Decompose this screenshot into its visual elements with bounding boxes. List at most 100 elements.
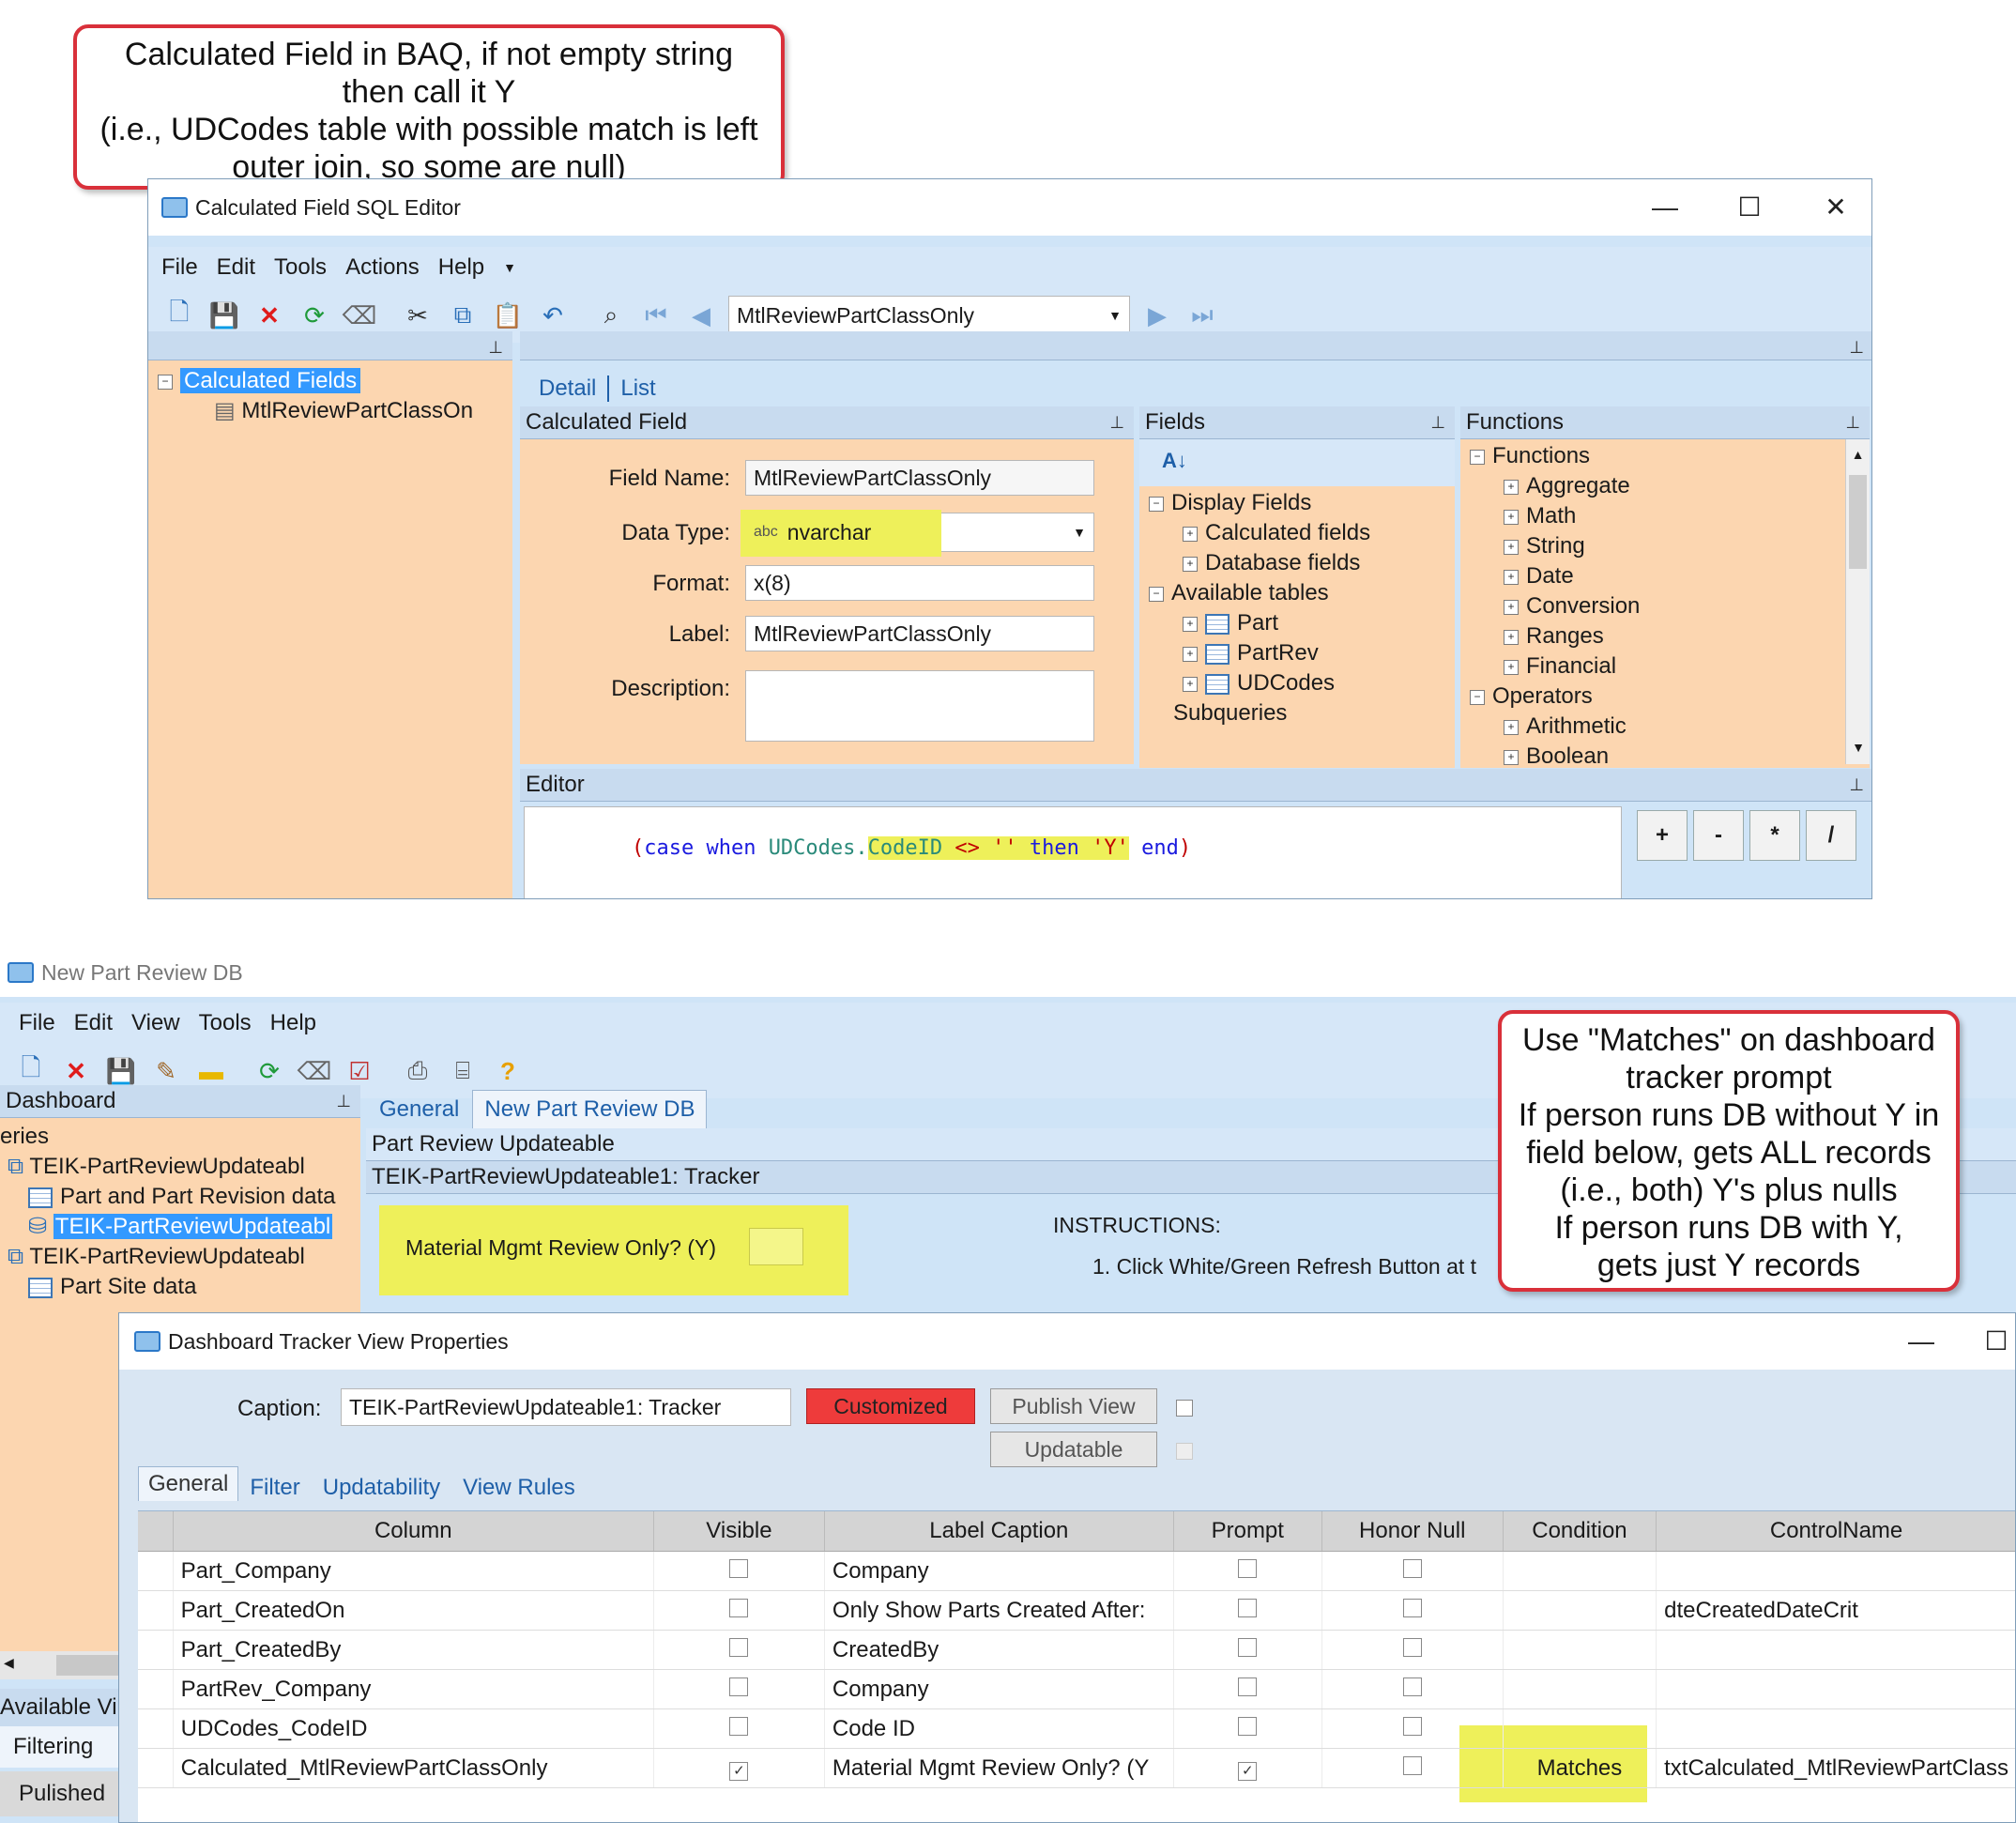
folder-icon[interactable]: ▬ xyxy=(193,1053,229,1089)
expand-icon[interactable]: + xyxy=(1183,646,1198,662)
minimize-button[interactable]: — xyxy=(1646,189,1684,226)
tab-new-part-review-db[interactable]: New Part Review DB xyxy=(472,1090,708,1128)
paste-icon[interactable]: 📋 xyxy=(490,298,526,333)
checklist-icon[interactable]: ☑ xyxy=(342,1053,377,1089)
tree-root[interactable]: − Calculated Fields xyxy=(158,366,503,396)
scroll-up-icon[interactable]: ▲ xyxy=(1846,439,1870,469)
pin-icon[interactable]: ⊥ xyxy=(1845,406,1860,438)
honor-null-cell[interactable] xyxy=(1321,1669,1504,1709)
tree-function-item[interactable]: + Financial xyxy=(1470,651,1860,682)
tab-filter[interactable]: Filter xyxy=(238,1475,311,1501)
menu-file[interactable]: File xyxy=(19,1010,55,1036)
description-input[interactable] xyxy=(745,670,1094,742)
divide-button[interactable]: / xyxy=(1806,810,1856,861)
tree-queries[interactable]: eries xyxy=(0,1122,360,1152)
tree-function-item[interactable]: + Conversion xyxy=(1470,591,1860,621)
pin-icon[interactable]: ⊥ xyxy=(1109,406,1124,438)
prompt-cell[interactable] xyxy=(1173,1669,1322,1709)
label-cell[interactable]: Company xyxy=(824,1551,1174,1591)
control-name-cell[interactable]: txtCalculated_MtlReviewPartClass xyxy=(1656,1748,2015,1788)
tree-operator-item[interactable]: + Arithmetic xyxy=(1470,712,1860,742)
visible-cell[interactable] xyxy=(653,1708,825,1749)
honor-null-checkbox[interactable] xyxy=(1402,1598,1422,1617)
close-button[interactable]: ✕ xyxy=(1817,189,1855,226)
honor-null-cell[interactable] xyxy=(1321,1748,1504,1788)
scroll-down-icon[interactable]: ▼ xyxy=(1846,732,1870,762)
tree-function-item[interactable]: + String xyxy=(1470,531,1860,561)
label-cell[interactable]: Code ID xyxy=(824,1708,1174,1749)
new-icon[interactable]: 🗋 xyxy=(161,298,197,333)
condition-cell[interactable] xyxy=(1503,1708,1657,1749)
maximize-button[interactable]: ☐ xyxy=(1978,1323,2015,1360)
refresh-icon[interactable]: ⟳ xyxy=(252,1053,287,1089)
expand-icon[interactable]: + xyxy=(1183,526,1198,542)
honor-null-checkbox[interactable] xyxy=(1402,1677,1422,1696)
brush-icon[interactable]: ✎ xyxy=(148,1053,184,1089)
column-cell[interactable]: Part_CreatedOn xyxy=(173,1590,654,1631)
menu-help[interactable]: Help xyxy=(438,254,484,281)
visible-cell[interactable] xyxy=(653,1669,825,1709)
caption-input[interactable]: TEIK-PartReviewUpdateable1: Tracker xyxy=(341,1388,791,1426)
tab-general[interactable]: General xyxy=(366,1091,472,1128)
table-row[interactable]: Part_CreatedBy CreatedBy xyxy=(138,1630,2015,1670)
tree-query-item-selected[interactable]: ⛁ TEIK-PartReviewUpdateabl xyxy=(0,1212,360,1242)
tree-function-item[interactable]: + Aggregate xyxy=(1470,471,1860,501)
label-cell[interactable]: Only Show Parts Created After: xyxy=(824,1590,1174,1631)
tree-functions[interactable]: − Functions xyxy=(1470,441,1860,471)
copy-icon[interactable]: ⧉ xyxy=(445,298,481,333)
tree-operator-item[interactable]: + Boolean xyxy=(1470,742,1860,768)
honor-null-checkbox[interactable] xyxy=(1402,1716,1422,1736)
tree-query-item[interactable]: ⧉ TEIK-PartReviewUpdateabl xyxy=(0,1152,360,1182)
help-icon[interactable]: ? xyxy=(490,1053,526,1089)
first-record-icon[interactable]: ⏮ xyxy=(638,298,674,333)
menu-edit[interactable]: Edit xyxy=(217,254,255,281)
header-column[interactable]: Column xyxy=(173,1511,654,1552)
chevron-down-icon[interactable]: ▼ xyxy=(1108,308,1122,323)
prompt-cell[interactable] xyxy=(1173,1708,1322,1749)
menu-file[interactable]: File xyxy=(161,254,198,281)
chevron-down-icon[interactable]: ▼ xyxy=(503,260,516,275)
publish-checkbox[interactable] xyxy=(1176,1400,1193,1417)
label-input[interactable]: MtlReviewPartClassOnly xyxy=(745,616,1094,651)
condition-cell[interactable] xyxy=(1503,1669,1657,1709)
tab-general[interactable]: General xyxy=(138,1466,239,1501)
format-input[interactable]: x(8) xyxy=(745,565,1094,601)
header-condition[interactable]: Condition xyxy=(1503,1511,1657,1552)
visible-checkbox[interactable] xyxy=(729,1598,749,1617)
control-name-cell[interactable]: dteCreatedDateCrit xyxy=(1656,1590,2015,1631)
condition-cell[interactable] xyxy=(1503,1551,1657,1591)
prompt-cell[interactable] xyxy=(1173,1551,1322,1591)
column-cell[interactable]: Part_CreatedBy xyxy=(173,1630,654,1670)
print-icon[interactable]: ⎙ xyxy=(400,1053,435,1089)
column-cell[interactable]: UDCodes_CodeID xyxy=(173,1708,654,1749)
expand-icon[interactable]: + xyxy=(1504,479,1519,495)
prompt-cell[interactable] xyxy=(1173,1590,1322,1631)
expand-icon[interactable]: + xyxy=(1183,676,1198,692)
control-name-cell[interactable] xyxy=(1656,1630,2015,1670)
condition-cell[interactable]: Matches xyxy=(1503,1748,1657,1788)
header-label-caption[interactable]: Label Caption xyxy=(824,1511,1174,1552)
expand-icon[interactable]: + xyxy=(1504,749,1519,765)
prev-record-icon[interactable]: ◀ xyxy=(683,298,719,333)
menu-edit[interactable]: Edit xyxy=(74,1010,113,1036)
expand-icon[interactable]: + xyxy=(1504,599,1519,615)
pin-icon[interactable]: ⊥ xyxy=(488,331,503,363)
prompt-cell[interactable] xyxy=(1173,1630,1322,1670)
prompt-checkbox[interactable] xyxy=(1238,1716,1258,1736)
header-prompt[interactable]: Prompt xyxy=(1173,1511,1322,1552)
menu-tools[interactable]: Tools xyxy=(274,254,327,281)
undo-icon[interactable]: ↶ xyxy=(535,298,571,333)
delete-icon[interactable]: ✕ xyxy=(252,298,287,333)
tree-function-item[interactable]: + Ranges xyxy=(1470,621,1860,651)
table-row[interactable]: Calculated_MtlReviewPartClassOnly ✓ Mate… xyxy=(138,1748,2015,1788)
expand-icon[interactable]: + xyxy=(1504,659,1519,675)
search-icon[interactable]: ⌕ xyxy=(593,298,629,333)
minus-button[interactable]: - xyxy=(1693,810,1744,861)
visible-cell[interactable] xyxy=(653,1551,825,1591)
tree-calculated-fields[interactable]: + Calculated fields xyxy=(1149,518,1445,548)
honor-null-cell[interactable] xyxy=(1321,1551,1504,1591)
vertical-scrollbar[interactable]: ▲ ▼ xyxy=(1845,439,1870,764)
collapse-icon[interactable]: − xyxy=(1149,586,1164,602)
tree-data-item[interactable]: Part and Part Revision data xyxy=(0,1182,360,1212)
tree-subqueries[interactable]: Subqueries xyxy=(1149,698,1445,728)
